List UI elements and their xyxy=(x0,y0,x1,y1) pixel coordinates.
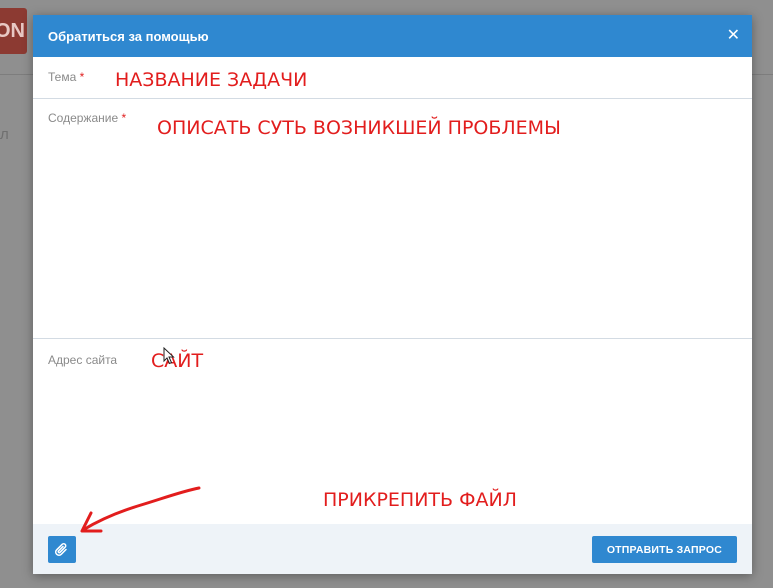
mouse-cursor-icon xyxy=(163,347,175,365)
content-label: Содержание * xyxy=(48,111,127,125)
content-field: Содержание * ОПИСАТЬ СУТЬ ВОЗНИКШЕЙ ПРОБ… xyxy=(33,99,752,339)
subject-input[interactable] xyxy=(173,61,742,94)
required-mark: * xyxy=(79,70,85,84)
background-text-fragment: л xyxy=(0,126,9,143)
paperclip-icon xyxy=(55,542,67,556)
subject-field: Тема * НАЗВАНИЕ ЗАДАЧИ xyxy=(33,57,752,99)
required-mark: * xyxy=(121,111,127,125)
dialog-title: Обратиться за помощью xyxy=(48,28,209,44)
background-logo: ON xyxy=(0,8,27,54)
close-icon[interactable]: ✕ xyxy=(727,28,740,44)
content-textarea[interactable] xyxy=(173,103,742,334)
subject-label: Тема * xyxy=(48,70,85,84)
send-request-button[interactable]: ОТПРАВИТЬ ЗАПРОС xyxy=(591,536,737,563)
dialog-footer: ОТПРАВИТЬ ЗАПРОС xyxy=(33,524,752,574)
background-logo-text: ON xyxy=(0,19,25,42)
help-dialog: Обратиться за помощью ✕ Тема * НАЗВАНИЕ … xyxy=(33,15,752,574)
attach-file-button[interactable] xyxy=(48,536,76,563)
site-field: Адрес сайта САЙТ xyxy=(33,339,752,525)
site-label: Адрес сайта xyxy=(48,353,118,367)
dialog-header: Обратиться за помощью ✕ xyxy=(33,15,752,57)
site-textarea[interactable] xyxy=(173,343,742,520)
